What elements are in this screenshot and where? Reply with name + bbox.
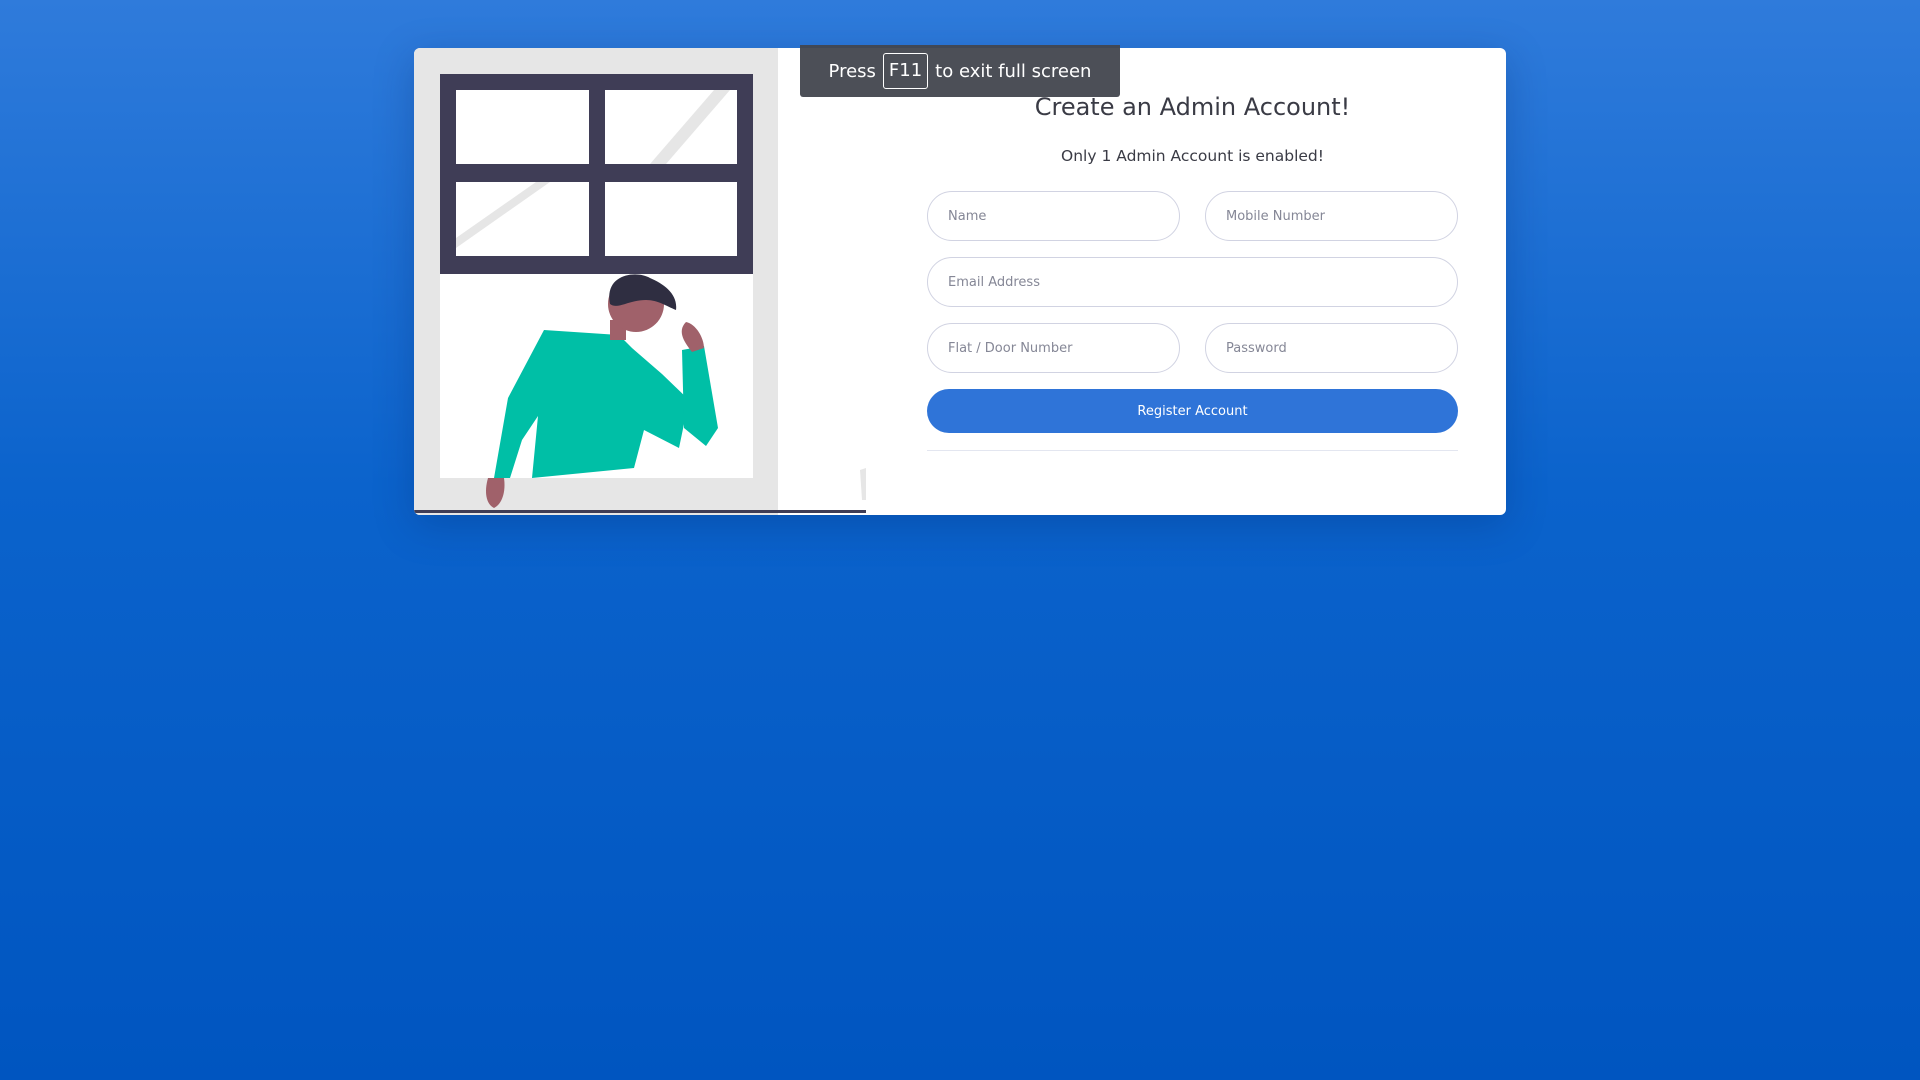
f11-key-badge: F11 — [882, 53, 929, 89]
person-lower-hand — [486, 478, 505, 508]
form-subtitle: Only 1 Admin Account is enabled! — [1061, 147, 1324, 165]
email-address-input[interactable] — [927, 257, 1458, 307]
window-pane-top-left — [456, 90, 589, 164]
illustration-panel — [414, 48, 866, 515]
register-account-button[interactable]: Register Account — [927, 389, 1458, 433]
sill-line — [414, 510, 866, 513]
wall-edge-shadow — [860, 468, 866, 500]
password-input[interactable] — [1205, 323, 1458, 373]
window-pane-bottom-right — [605, 182, 737, 256]
mobile-number-input[interactable] — [1205, 191, 1458, 241]
person-at-window-illustration — [414, 74, 866, 513]
toast-suffix: to exit full screen — [935, 60, 1092, 82]
toast-prefix: Press — [828, 60, 876, 82]
form-divider — [927, 450, 1458, 451]
register-card: Create an Admin Account! Only 1 Admin Ac… — [414, 48, 1506, 515]
name-input[interactable] — [927, 191, 1180, 241]
fullscreen-exit-toast: Press F11 to exit full screen — [800, 45, 1120, 97]
flat-door-number-input[interactable] — [927, 323, 1180, 373]
form-title: Create an Admin Account! — [1034, 93, 1351, 121]
register-form: Create an Admin Account! Only 1 Admin Ac… — [927, 48, 1458, 515]
